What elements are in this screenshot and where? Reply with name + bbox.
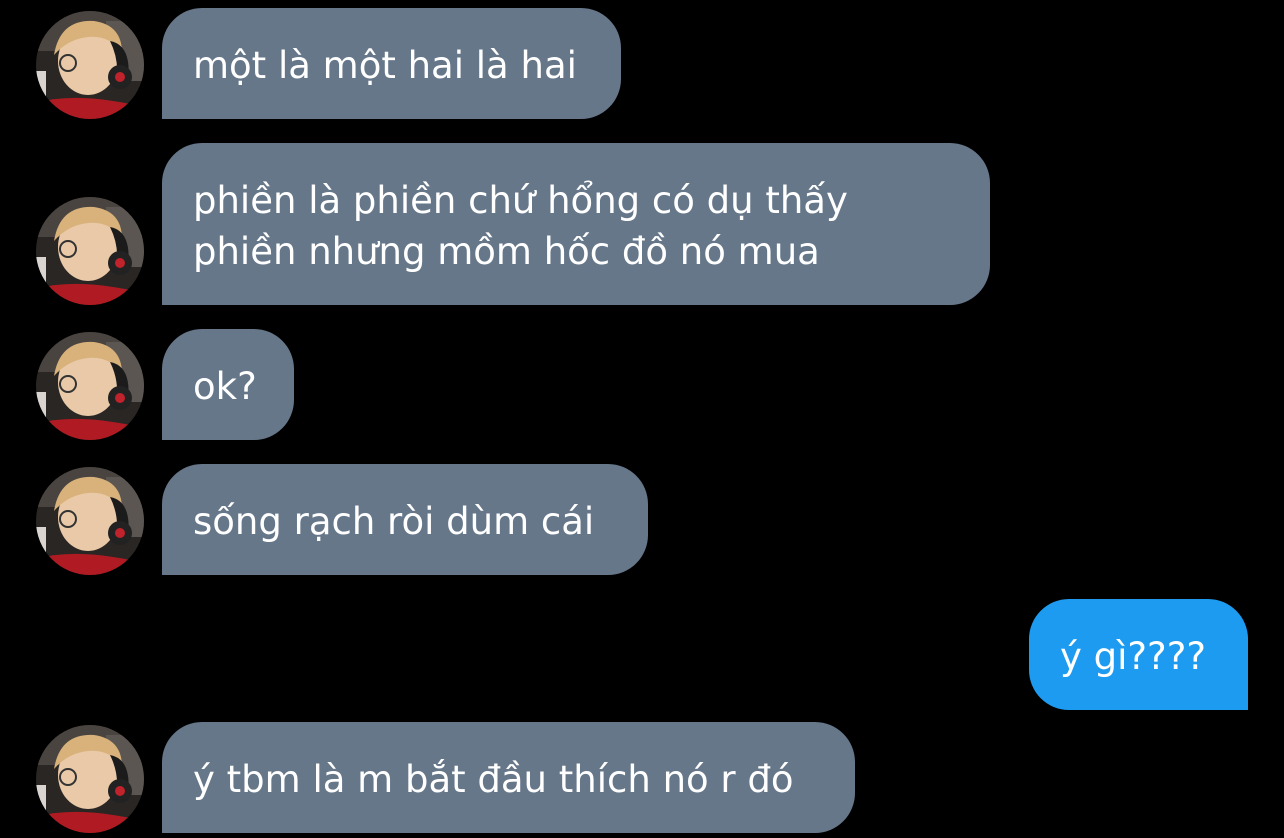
avatar[interactable] xyxy=(36,11,144,119)
message-text: sống rạch ròi dùm cái xyxy=(193,500,595,543)
user-avatar-icon xyxy=(36,11,144,119)
message-bubble-incoming[interactable]: sống rạch ròi dùm cái xyxy=(162,464,648,575)
avatar[interactable] xyxy=(36,197,144,305)
message-text: ok? xyxy=(193,365,257,408)
message-text: phiền là phiền chứ hổng có dụ thấy xyxy=(193,179,848,222)
message-bubble-incoming[interactable]: phiền là phiền chứ hổng có dụ thấy phiền… xyxy=(162,143,990,305)
message-text: ý gì???? xyxy=(1060,635,1206,678)
message-text: ý tbm là m bắt đầu thích nó r đó xyxy=(193,758,794,801)
message-text: một là một hai là hai xyxy=(193,44,577,87)
message-bubble-incoming[interactable]: một là một hai là hai xyxy=(162,8,621,119)
avatar[interactable] xyxy=(36,467,144,575)
user-avatar-icon xyxy=(36,332,144,440)
message-text: phiền nhưng mồm hốc đồ nó mua xyxy=(193,230,820,273)
user-avatar-icon xyxy=(36,197,144,305)
chat-thread: một là một hai là hai phiền là phiền chứ… xyxy=(0,0,1284,838)
user-avatar-icon xyxy=(36,467,144,575)
message-bubble-outgoing[interactable]: ý gì???? xyxy=(1029,599,1248,710)
message-bubble-incoming[interactable]: ok? xyxy=(162,329,294,440)
avatar[interactable] xyxy=(36,725,144,833)
avatar[interactable] xyxy=(36,332,144,440)
user-avatar-icon xyxy=(36,725,144,833)
message-bubble-incoming[interactable]: ý tbm là m bắt đầu thích nó r đó xyxy=(162,722,855,833)
